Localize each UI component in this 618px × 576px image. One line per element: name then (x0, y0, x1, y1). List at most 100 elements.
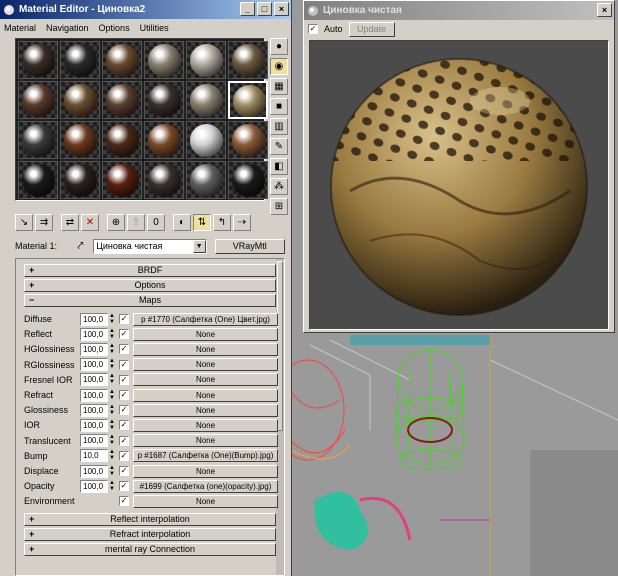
make-preview-icon[interactable]: ✎ (270, 138, 288, 155)
backlight-icon[interactable]: ◉ (270, 58, 288, 75)
map-slot-button[interactable]: None (133, 403, 278, 417)
map-amount-field[interactable]: 100,0 (80, 358, 108, 372)
map-enable-checkbox[interactable]: ✓ (119, 359, 129, 370)
map-enable-checkbox[interactable]: ✓ (119, 374, 129, 385)
options-icon[interactable]: ◧ (270, 158, 288, 175)
rollout-maps[interactable]: − Maps (24, 294, 276, 307)
rollout-bottom[interactable]: + Refract interpolation (24, 527, 276, 541)
preview-titlebar[interactable]: Цинoвка чистая × (304, 1, 614, 20)
material-slot[interactable] (228, 81, 268, 119)
show-map-in-viewport-icon[interactable]: ◐ (173, 214, 191, 231)
material-map-navigator-icon[interactable]: ⊞ (270, 198, 288, 215)
material-slot[interactable] (60, 161, 100, 199)
material-editor-titlebar[interactable]: Material Editor - Цинoвка2 _ □ × (0, 0, 291, 19)
put-to-scene-icon[interactable]: ⇉ (35, 214, 53, 231)
material-slot[interactable] (18, 41, 58, 79)
rollout-bottom[interactable]: + Reflect interpolation (24, 512, 276, 526)
map-enable-checkbox[interactable]: ✓ (119, 344, 129, 355)
material-slot[interactable] (144, 161, 184, 199)
map-amount-field[interactable]: 100,0 (80, 342, 108, 356)
spinner-icon[interactable]: ▲ ▼ (108, 404, 116, 417)
map-slot-button[interactable]: None (133, 434, 278, 448)
material-slot[interactable] (18, 81, 58, 119)
map-enable-checkbox[interactable]: ✓ (119, 435, 129, 446)
spinner-icon[interactable]: ▲ ▼ (108, 419, 116, 432)
map-slot-button[interactable]: None (133, 373, 278, 387)
minimize-button[interactable]: _ (240, 2, 255, 16)
select-by-material-icon[interactable]: ⁂ (270, 178, 288, 195)
menu-material[interactable]: Material (4, 23, 36, 33)
spinner-icon[interactable]: ▲ ▼ (108, 434, 116, 447)
make-unique-icon[interactable]: ⊕ (107, 214, 125, 231)
map-slot-button[interactable]: p #1687 (Салфетка (One)(Bump).jpg) (133, 449, 278, 463)
spinner-icon[interactable]: ▲ ▼ (108, 328, 116, 341)
map-enable-checkbox[interactable]: ✓ (119, 420, 129, 431)
material-slot[interactable] (144, 121, 184, 159)
map-amount-field[interactable]: 100,0 (80, 434, 108, 448)
background-checker-icon[interactable]: ▦ (270, 78, 288, 95)
reset-map-icon[interactable]: ✕ (81, 214, 99, 231)
material-slot[interactable] (186, 121, 226, 159)
map-amount-field[interactable]: 100,0 (80, 479, 108, 493)
material-slot[interactable] (228, 161, 268, 199)
chevron-down-icon[interactable]: ▼ (192, 239, 206, 253)
get-material-icon[interactable]: ↘ (15, 214, 33, 231)
sample-type-icon[interactable]: ● (270, 38, 288, 55)
material-slot[interactable] (186, 41, 226, 79)
menu-utilities[interactable]: Utilities (140, 23, 169, 33)
rollout-bottom[interactable]: + mental ray Connection (24, 542, 276, 556)
map-slot-button[interactable]: None (133, 464, 278, 478)
map-enable-checkbox[interactable]: ✓ (119, 405, 129, 416)
sample-uv-tiling-icon[interactable]: ■ (270, 98, 288, 115)
material-slot[interactable] (186, 81, 226, 119)
material-slot[interactable] (102, 41, 142, 79)
material-type-button[interactable]: VRayMtl (214, 238, 285, 254)
assign-to-selection-icon[interactable]: ⇄ (61, 214, 79, 231)
rollout-brdf[interactable]: + BRDF (24, 264, 276, 277)
material-slot[interactable] (228, 41, 268, 79)
map-slot-button[interactable]: None (133, 388, 278, 402)
material-slot[interactable] (102, 121, 142, 159)
map-enable-checkbox[interactable]: ✓ (119, 496, 129, 507)
material-name-field[interactable]: Цинoвка чистая ▼ (93, 238, 207, 254)
map-amount-field[interactable]: 10,0 (80, 449, 108, 463)
map-amount-field[interactable]: 100,0 (80, 327, 108, 341)
map-slot-button[interactable]: None (133, 327, 278, 341)
menu-navigation[interactable]: Navigation (46, 23, 89, 33)
map-slot-button[interactable]: #1699 (Салфетка (one)(opacity).jpg) (133, 479, 278, 493)
map-enable-checkbox[interactable]: ✓ (119, 314, 129, 324)
material-slot[interactable] (144, 81, 184, 119)
map-slot-button[interactable]: None (133, 418, 278, 432)
map-amount-field[interactable]: 100,0 (80, 464, 108, 478)
map-enable-checkbox[interactable]: ✓ (119, 390, 129, 400)
map-enable-checkbox[interactable]: ✓ (119, 450, 129, 461)
map-amount-field[interactable]: 100,0 (80, 403, 108, 417)
video-color-check-icon[interactable]: ▥ (270, 118, 288, 135)
spinner-icon[interactable]: ▲ ▼ (108, 389, 116, 402)
update-button[interactable]: Update (348, 21, 395, 37)
spinner-icon[interactable]: ▲ ▼ (108, 480, 116, 493)
spinner-icon[interactable]: ▲ ▼ (108, 343, 116, 356)
pick-material-icon[interactable]: ⤤ (72, 238, 90, 254)
map-enable-checkbox[interactable]: ✓ (119, 481, 129, 492)
material-slot[interactable] (18, 121, 58, 159)
material-slot[interactable] (102, 81, 142, 119)
material-slot[interactable] (228, 121, 268, 159)
close-button[interactable]: × (274, 2, 289, 16)
material-slot[interactable] (144, 41, 184, 79)
material-slot[interactable] (186, 161, 226, 199)
spinner-icon[interactable]: ▲ ▼ (108, 373, 116, 386)
map-amount-field[interactable]: 100,0 (80, 418, 108, 432)
go-forward-to-sibling-icon[interactable]: ⇢ (233, 214, 251, 231)
map-slot-button[interactable]: None (133, 358, 278, 372)
maximize-button[interactable]: □ (257, 2, 272, 16)
map-slot-button[interactable]: None (133, 342, 278, 356)
material-slot[interactable] (102, 161, 142, 199)
map-slot-button[interactable]: None (133, 494, 278, 508)
spinner-icon[interactable]: ▲ ▼ (108, 465, 116, 478)
map-enable-checkbox[interactable]: ✓ (119, 466, 129, 476)
put-to-library-icon[interactable]: ⇧ (127, 214, 145, 231)
preview-close-button[interactable]: × (597, 3, 612, 17)
material-slot[interactable] (18, 161, 58, 199)
material-id-channel-icon[interactable]: 0 (147, 214, 165, 231)
